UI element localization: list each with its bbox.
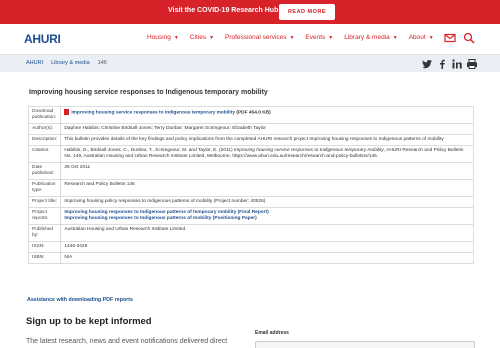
publisher-value: Australian Housing and Urban Research In… (60, 224, 474, 242)
nav-professional-services[interactable]: Professional services ▼ (225, 34, 294, 41)
chevron-down-icon: ▼ (392, 34, 398, 41)
table-row: Publication type: Research and Policy Bu… (27, 179, 474, 197)
isbn-label: ISBN: (27, 252, 62, 264)
chevron-down-icon: ▼ (209, 34, 215, 41)
covid-banner-text: Visit the COVID-19 Research Hub (168, 7, 279, 14)
signup-title: Sign up to be kept informed (26, 316, 152, 327)
print-icon[interactable] (466, 58, 478, 70)
breadcrumb-current: 146 (97, 60, 107, 66)
table-row: Citation: Habibis, D., Birdsall-Jones, C… (27, 145, 474, 163)
authors-label: Author(s): (27, 123, 62, 135)
report-link-final[interactable]: Improving housing responses to Indigenou… (64, 210, 268, 215)
nav-housing[interactable]: Housing ▼ (147, 34, 179, 41)
chevron-down-icon: ▼ (289, 34, 295, 41)
chevron-down-icon: ▼ (428, 34, 434, 41)
twitter-icon[interactable] (421, 58, 433, 70)
table-row: Download publication: Improving housing … (27, 106, 474, 124)
project-value: Improving housing policy responses to In… (60, 196, 474, 208)
reports-label: Project reports: (27, 207, 62, 225)
table-row: Date published: 26 Oct 2011 (27, 162, 474, 180)
table-row: ISBN: N/A (27, 252, 474, 264)
facebook-icon[interactable] (436, 58, 448, 70)
publisher-label: Published by: (27, 224, 62, 242)
pdf-assistance-link[interactable]: Assistance with downloading PDF reports (27, 297, 133, 303)
description-value: This bulletin provides details of the ke… (60, 134, 474, 146)
issn-label: ISSN: (27, 241, 62, 253)
nav-events[interactable]: Events ▼ (305, 34, 333, 41)
table-row: Project title: Improving housing policy … (27, 196, 474, 208)
table-row: Author(s): Daphne Habibis; Christine Bir… (27, 123, 474, 135)
reports-cell: Improving housing responses to Indigenou… (60, 207, 474, 225)
main-nav: Housing ▼ Cities ▼ Professional services ▼ … (147, 34, 445, 41)
date-value: 26 Oct 2011 (60, 162, 474, 180)
nav-label: Housing (147, 34, 171, 41)
citation-label: Citation: (27, 145, 62, 163)
download-label: Download publication: (27, 106, 62, 124)
authors-value: Daphne Habibis; Christine Birdsall-Jones… (60, 123, 474, 135)
citation-value: Habibis, D., Birdsall-Jones, C., Dunbar,… (60, 145, 474, 163)
page-title: Improving housing service responses to I… (29, 89, 268, 96)
share-bar (418, 58, 478, 70)
isbn-value: N/A (60, 252, 474, 264)
nav-library-media[interactable]: Library & media ▼ (344, 34, 397, 41)
ahuri-logo[interactable]: AHURI (24, 32, 61, 46)
nav-label: About (408, 34, 426, 41)
breadcrumb-bar: AHURI Library & media 146 (0, 54, 500, 72)
pubtype-value: Research and Policy Bulletin 146 (60, 179, 474, 197)
pdf-icon (64, 109, 70, 115)
mail-icon[interactable] (444, 32, 456, 44)
download-cell: Improving housing service responses to I… (60, 106, 474, 124)
table-row: Project reports: Improving housing respo… (27, 207, 474, 225)
date-label: Date published: (27, 162, 62, 180)
nav-label: Cities (189, 34, 207, 41)
read-more-button[interactable]: READ MORE (279, 4, 335, 20)
linkedin-icon[interactable] (451, 58, 463, 70)
table-row: ISSN: 1445-3428 (27, 241, 474, 253)
nav-label: Library & media (344, 34, 390, 41)
download-size: (PDF 454.0 KB) (236, 110, 271, 116)
nav-cities[interactable]: Cities ▼ (190, 34, 214, 41)
table-row: Published by: Australian Housing and Urb… (27, 224, 474, 242)
covid-banner: Visit the COVID-19 Research Hub READ MOR… (0, 0, 500, 24)
search-icon[interactable] (463, 32, 475, 44)
email-label: Email address (255, 330, 289, 336)
issn-value: 1445-3428 (60, 241, 474, 253)
logo-text: AHURI (24, 32, 61, 46)
breadcrumb-ahuri[interactable]: AHURI (26, 60, 43, 66)
chevron-down-icon: ▼ (328, 34, 334, 41)
description-label: Description: (27, 134, 62, 146)
project-label: Project title: (27, 196, 62, 208)
chevron-down-icon: ▼ (173, 34, 179, 41)
table-row: Description: This bulletin provides deta… (27, 134, 474, 146)
nav-label: Events (305, 34, 326, 41)
signup-subtitle: The latest research, news and event noti… (26, 338, 228, 345)
nav-about[interactable]: About ▼ (409, 34, 434, 41)
breadcrumb: AHURI Library & media 146 (26, 60, 107, 66)
publication-meta-table: Download publication: Improving housing … (27, 106, 474, 264)
site-header: AHURI Housing ▼ Cities ▼ Professional serv… (0, 24, 500, 54)
nav-label: Professional services (225, 34, 287, 41)
pubtype-label: Publication type: (27, 179, 62, 197)
email-field[interactable] (255, 341, 475, 348)
download-pdf-link[interactable]: Improving housing service responses to I… (71, 110, 235, 115)
breadcrumb-library-media[interactable]: Library & media (51, 60, 90, 66)
citation-part-a: Habibis, D., Birdsall-Jones, C., Dunbar,… (64, 148, 234, 153)
report-link-positioning[interactable]: Improving housing responses to Indigenou… (64, 216, 256, 221)
citation-title: Improving housing service responses to I… (233, 148, 384, 153)
